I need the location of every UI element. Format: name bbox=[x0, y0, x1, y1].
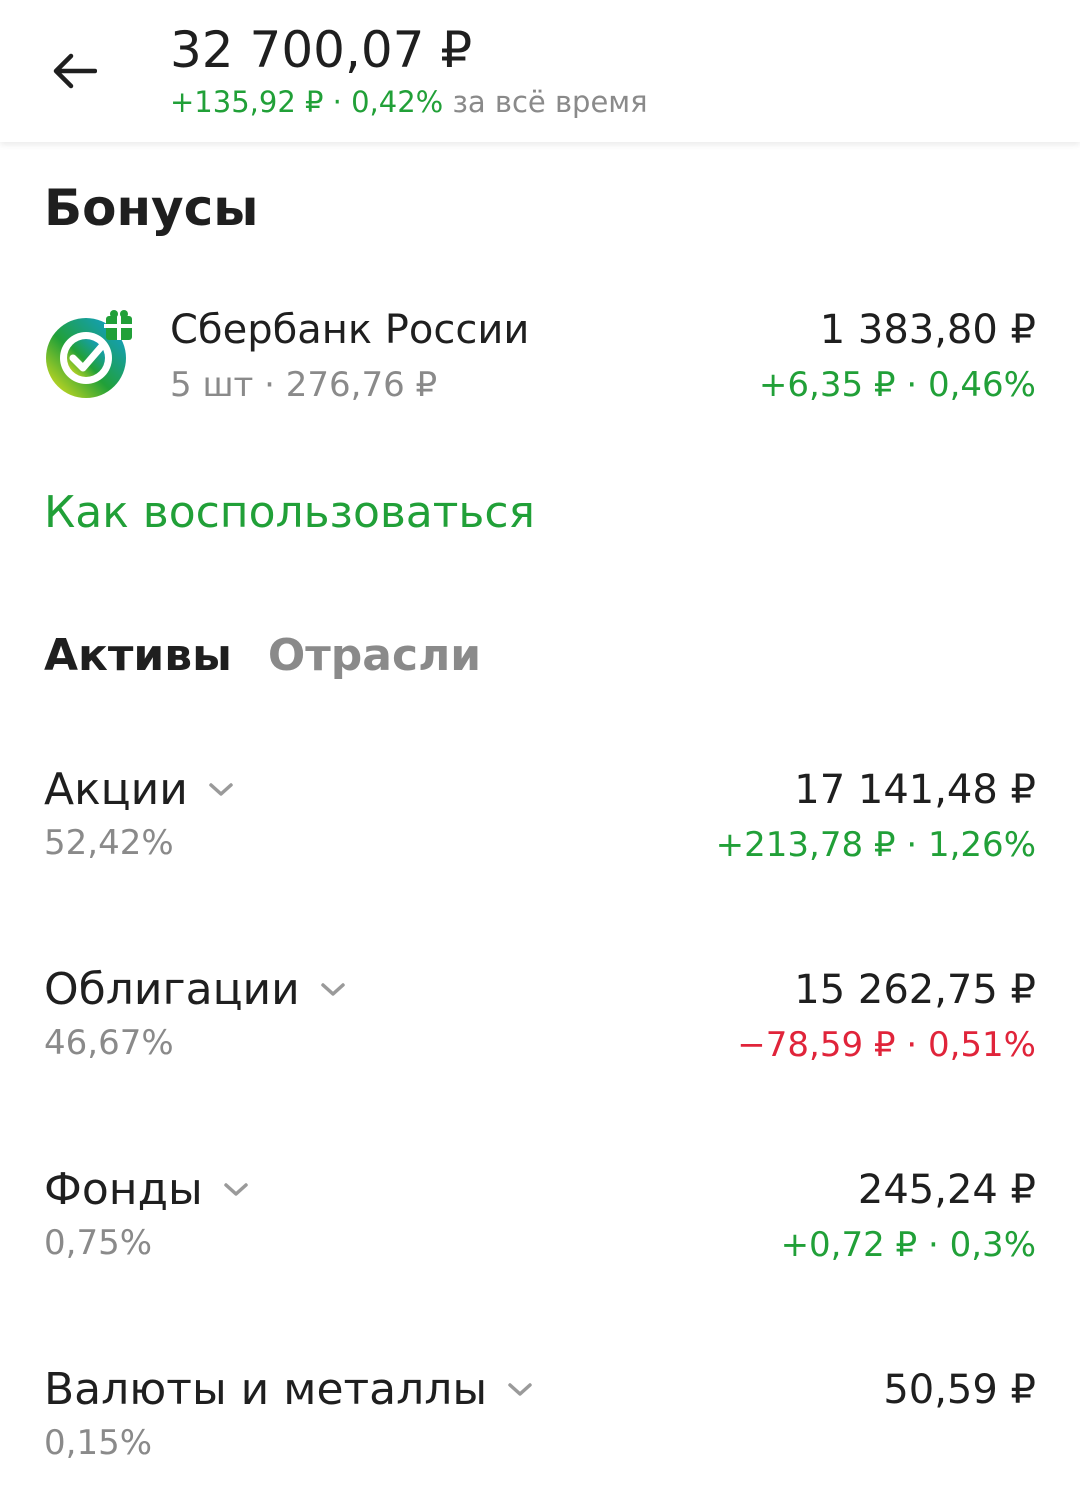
bonuses-title: Бонусы bbox=[44, 179, 259, 237]
asset-tabs: Активы Отрасли bbox=[44, 628, 481, 688]
asset-value: 50,59 ₽ bbox=[883, 1367, 1036, 1413]
total-change-period: за всё время bbox=[443, 85, 648, 119]
asset-name-group: Валюты и металлы bbox=[44, 1362, 535, 1418]
portfolio-total-change: +135,92 ₽ · 0,42% за всё время bbox=[170, 84, 648, 120]
asset-change: −78,59 ₽ · 0,51% bbox=[737, 1025, 1036, 1065]
asset-name-group: Фонды bbox=[44, 1162, 251, 1218]
asset-name-group: Акции bbox=[44, 762, 236, 818]
arrow-left-icon bbox=[53, 53, 97, 89]
portfolio-total: 32 700,07 ₽ bbox=[170, 21, 473, 79]
asset-percent: 0,75% bbox=[44, 1223, 153, 1263]
holding-name: Сбербанк России bbox=[170, 307, 530, 353]
holding-value: 1 383,80 ₽ bbox=[819, 307, 1036, 353]
asset-change: +0,72 ₽ · 0,3% bbox=[780, 1225, 1036, 1265]
asset-row-stocks[interactable]: Акции 52,42% 17 141,48 ₽ +213,78 ₽ · 1,2… bbox=[0, 762, 1080, 902]
bonus-holding-row[interactable]: Сбербанк России 5 шт · 276,76 ₽ 1 383,80… bbox=[0, 296, 1080, 416]
asset-name-group: Облигации bbox=[44, 962, 348, 1018]
asset-row-funds[interactable]: Фонды 0,75% 245,24 ₽ +0,72 ₽ · 0,3% bbox=[0, 1162, 1080, 1302]
asset-value: 245,24 ₽ bbox=[857, 1167, 1036, 1213]
asset-name: Акции bbox=[44, 764, 188, 815]
tab-assets[interactable]: Активы bbox=[44, 628, 232, 688]
asset-change: +213,78 ₽ · 1,26% bbox=[715, 825, 1036, 865]
portfolio-page: 32 700,07 ₽ +135,92 ₽ · 0,42% за всё вре… bbox=[0, 0, 1080, 1512]
asset-value: 15 262,75 ₽ bbox=[794, 967, 1036, 1013]
asset-row-bonds[interactable]: Облигации 46,67% 15 262,75 ₽ −78,59 ₽ · … bbox=[0, 962, 1080, 1102]
asset-name: Валюты и металлы bbox=[44, 1364, 488, 1415]
sberbank-gift-logo-icon bbox=[46, 310, 134, 398]
asset-name: Облигации bbox=[44, 964, 300, 1015]
asset-name: Фонды bbox=[44, 1164, 203, 1215]
back-button[interactable] bbox=[40, 36, 110, 106]
total-change-value: +135,92 ₽ · 0,42% bbox=[170, 85, 444, 119]
holding-change: +6,35 ₽ · 0,46% bbox=[758, 365, 1036, 405]
chevron-down-icon[interactable] bbox=[505, 1380, 535, 1400]
asset-value: 17 141,48 ₽ bbox=[794, 767, 1036, 813]
chevron-down-icon[interactable] bbox=[206, 780, 236, 800]
asset-percent: 52,42% bbox=[44, 823, 174, 863]
chevron-down-icon[interactable] bbox=[318, 980, 348, 1000]
asset-percent: 0,15% bbox=[44, 1423, 153, 1463]
chevron-down-icon[interactable] bbox=[221, 1180, 251, 1200]
asset-row-currencies-metals[interactable]: Валюты и металлы 0,15% 50,59 ₽ bbox=[0, 1362, 1080, 1502]
tab-industries[interactable]: Отрасли bbox=[268, 628, 481, 688]
how-to-use-link[interactable]: Как воспользоваться bbox=[44, 486, 535, 540]
top-bar: 32 700,07 ₽ +135,92 ₽ · 0,42% за всё вре… bbox=[0, 0, 1080, 142]
asset-percent: 46,67% bbox=[44, 1023, 174, 1063]
holding-quantity-price: 5 шт · 276,76 ₽ bbox=[170, 365, 438, 405]
